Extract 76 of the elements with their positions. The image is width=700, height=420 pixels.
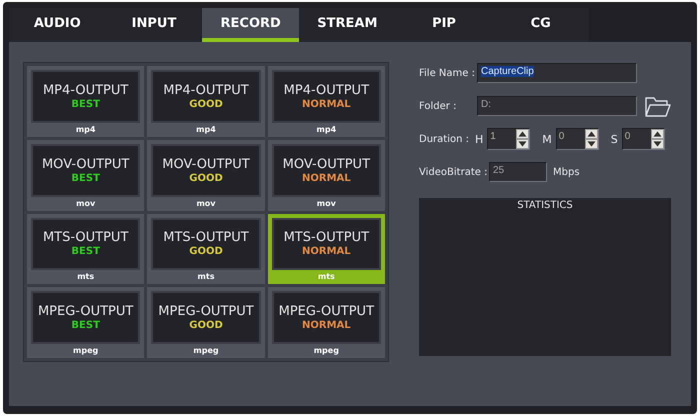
preset-quality: BEST — [71, 98, 100, 110]
number-spinner[interactable]: 0 — [556, 128, 599, 150]
number-spinner[interactable]: 0 — [622, 128, 665, 150]
down-arrow-icon[interactable] — [516, 139, 530, 149]
preset-title: MTS-OUTPUT — [163, 230, 249, 246]
preset-quality: NORMAL — [302, 246, 351, 258]
preset-quality: BEST — [71, 320, 100, 332]
preset-quality: GOOD — [189, 320, 223, 332]
tab[interactable]: STREAM — [299, 8, 396, 42]
field-label: VideoBitrate : — [419, 166, 488, 178]
folder-field[interactable]: D: — [477, 96, 637, 116]
up-arrow-icon[interactable] — [584, 129, 598, 139]
preset-title: MPEG-OUTPUT — [278, 304, 374, 320]
preset-tile[interactable]: MTS-OUTPUT NORMAL mts — [268, 214, 385, 284]
down-arrow-icon[interactable] — [584, 139, 598, 149]
preset-title: MOV-OUTPUT — [282, 156, 370, 172]
preset-format: mov — [195, 198, 217, 210]
preset-format: mpeg — [72, 345, 100, 357]
preset-tile[interactable]: MOV-OUTPUT NORMAL mov — [268, 140, 385, 210]
preset-tile[interactable]: MTS-OUTPUT BEST mts — [27, 214, 144, 284]
unit-label: Mbps — [553, 166, 580, 178]
preset-title: MPEG-OUTPUT — [158, 304, 254, 320]
preset-tile[interactable]: MTS-OUTPUT GOOD mts — [147, 214, 265, 284]
preset-title: MPEG-OUTPUT — [38, 304, 134, 320]
preset-quality: BEST — [71, 172, 100, 184]
tab[interactable]: AUDIO — [9, 8, 106, 42]
tab[interactable]: RECORD — [202, 8, 300, 42]
preset-tile[interactable]: MOV-OUTPUT BEST mov — [27, 140, 144, 210]
preset-tile[interactable]: MOV-OUTPUT GOOD mov — [147, 140, 265, 210]
preset-tile[interactable]: MPEG-OUTPUT BEST mpeg — [27, 287, 144, 358]
preset-title: MP4-OUTPUT — [284, 82, 370, 98]
statistics-title: STATISTICS — [517, 200, 573, 213]
down-arrow-icon[interactable] — [650, 139, 664, 149]
preset-title: MOV-OUTPUT — [42, 156, 130, 172]
up-arrow-icon[interactable] — [650, 129, 664, 139]
preset-quality: NORMAL — [302, 172, 351, 184]
preset-format: mp4 — [316, 124, 338, 136]
preset-format: mp4 — [74, 124, 96, 136]
preset-format: mts — [196, 271, 216, 284]
folder-icon[interactable] — [645, 95, 671, 117]
file-name-field[interactable]: CaptureClip — [477, 63, 637, 83]
preset-quality: BEST — [71, 246, 100, 258]
field-label: Folder : — [419, 100, 458, 112]
preset-tile[interactable]: MP4-OUTPUT BEST mp4 — [27, 66, 144, 137]
preset-format: mts — [76, 271, 96, 284]
preset-tile[interactable]: MP4-OUTPUT GOOD mp4 — [147, 66, 265, 137]
preset-title: MTS-OUTPUT — [284, 230, 370, 246]
preset-quality: NORMAL — [302, 98, 351, 110]
preset-format: mts — [316, 271, 336, 284]
preset-tile[interactable]: MP4-OUTPUT NORMAL mp4 — [268, 66, 385, 137]
bitrate-field[interactable]: 25 — [489, 162, 547, 182]
preset-title: MTS-OUTPUT — [42, 230, 128, 246]
field-label: Duration : — [419, 134, 470, 144]
unit-label: S — [610, 132, 618, 146]
preset-format: mp4 — [195, 124, 217, 136]
preset-quality: GOOD — [189, 172, 223, 184]
preset-quality: NORMAL — [302, 320, 351, 332]
preset-format: mov — [316, 198, 337, 210]
preset-title: MP4-OUTPUT — [42, 82, 128, 98]
unit-label: H — [475, 132, 484, 146]
preset-format: mpeg — [192, 345, 220, 357]
unit-label: M — [542, 132, 552, 146]
tab[interactable]: PIP — [396, 8, 492, 42]
preset-format: mov — [75, 198, 96, 210]
number-spinner[interactable]: 1 — [487, 128, 530, 150]
preset-quality: GOOD — [189, 246, 223, 258]
field-label: File Name : — [419, 68, 476, 78]
preset-tile[interactable]: MPEG-OUTPUT GOOD mpeg — [147, 287, 265, 358]
tab[interactable]: CG — [492, 8, 590, 42]
preset-tile[interactable]: MPEG-OUTPUT NORMAL mpeg — [268, 287, 385, 358]
up-arrow-icon[interactable] — [516, 129, 530, 139]
preset-quality: GOOD — [189, 98, 223, 110]
preset-title: MP4-OUTPUT — [163, 82, 249, 98]
tab[interactable]: INPUT — [106, 8, 202, 42]
preset-format: mpeg — [312, 345, 340, 357]
preset-title: MOV-OUTPUT — [162, 156, 250, 172]
